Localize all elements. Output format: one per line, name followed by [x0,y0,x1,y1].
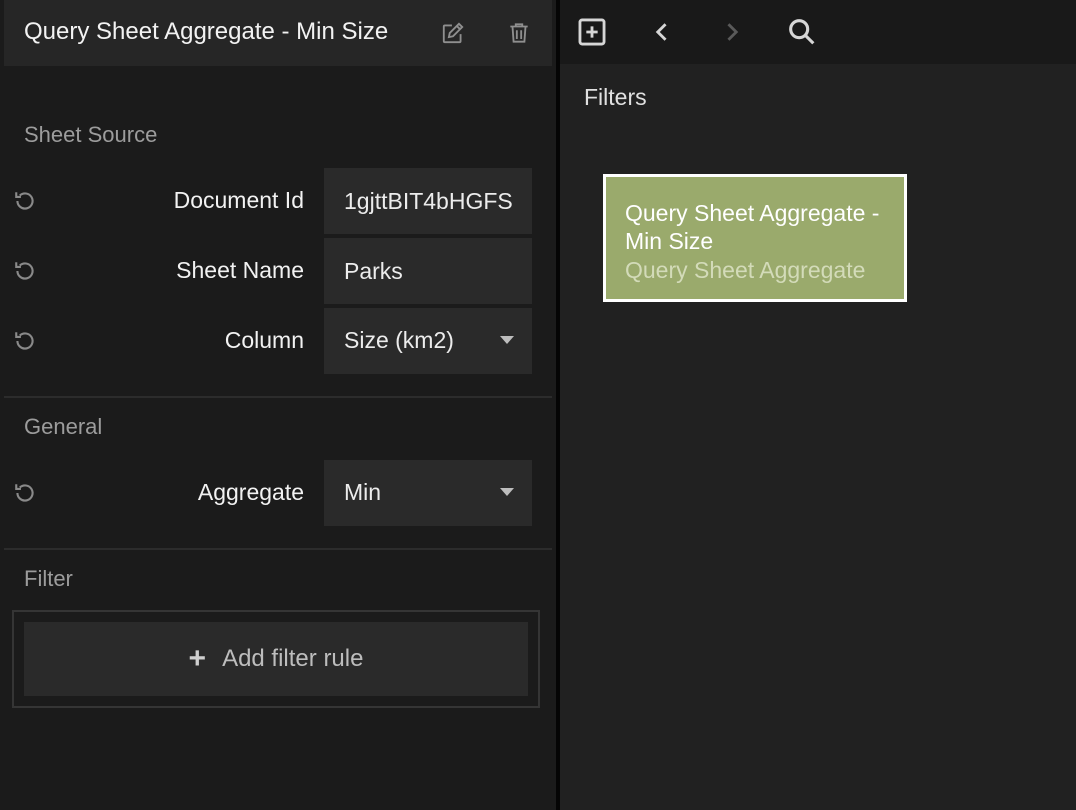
chevron-right-icon[interactable] [712,12,752,52]
reset-icon[interactable] [10,256,40,286]
reset-icon[interactable] [10,186,40,216]
node-subtitle: Query Sheet Aggregate [625,257,866,283]
aggregate-label: Aggregate [197,479,304,505]
edit-icon[interactable] [438,18,468,48]
add-filter-rule-button[interactable]: + Add filter rule [24,622,528,696]
aggregate-select[interactable]: Min [324,460,532,526]
divider [4,396,552,398]
column-label: Column [224,327,304,353]
reset-icon[interactable] [10,478,40,508]
sheet-name-input[interactable] [324,238,532,304]
add-box-icon[interactable] [572,12,612,52]
add-filter-rule-label: Add filter rule [222,645,364,672]
aggregate-select-value: Min [344,479,382,505]
chevron-down-icon [500,336,514,344]
node-title: Query Sheet Aggregate - Min Size [625,200,880,254]
reset-icon[interactable] [10,326,40,356]
node-card[interactable]: Query Sheet Aggregate - Min Size Query S… [603,174,907,302]
chevron-down-icon [500,488,514,496]
column-select-value: Size (km2) [344,327,454,353]
trash-icon[interactable] [504,18,534,48]
app-root: Query Sheet Aggregate - Min Size Sheet S… [0,0,1076,810]
column-select[interactable]: Size (km2) [324,308,532,374]
canvas-panel: Filters Query Sheet Aggregate - Min Size… [560,0,1076,810]
document-id-input[interactable] [324,168,532,234]
sheet-name-label: Sheet Name [176,257,304,283]
canvas-toolbar [560,0,1076,64]
panel-title: Query Sheet Aggregate - Min Size [24,18,389,45]
section-sheet-source: Sheet Source [24,122,158,147]
divider [4,548,552,550]
section-filter: Filter [24,566,73,591]
properties-panel: Query Sheet Aggregate - Min Size Sheet S… [0,0,556,810]
search-icon[interactable] [782,12,822,52]
plus-icon: + [188,642,207,675]
chevron-left-icon[interactable] [642,12,682,52]
filter-rules-container: + Add filter rule [12,610,540,708]
panel-header: Query Sheet Aggregate - Min Size [4,0,552,66]
section-general: General [24,414,103,439]
canvas-title: Filters [584,84,647,110]
document-id-label: Document Id [173,187,304,213]
